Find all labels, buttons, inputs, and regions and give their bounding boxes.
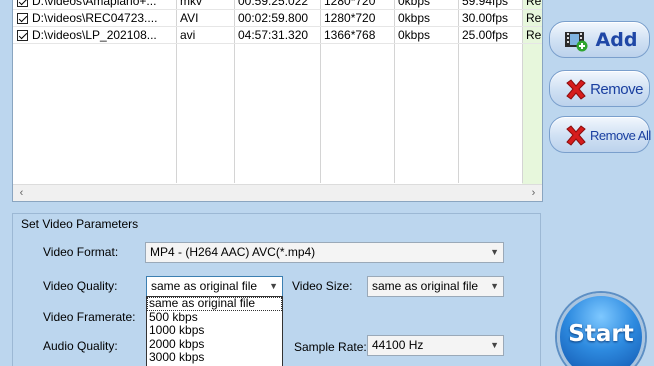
add-button[interactable]: Add (549, 21, 650, 58)
dropdown-option[interactable]: 2000 kbps (147, 337, 282, 352)
table-row[interactable]: D:\videos\REC04723.... AVI 00:02:59.800 … (13, 10, 542, 27)
file-format: AVI (180, 11, 199, 25)
remove-label: Remove (590, 81, 643, 98)
file-resolution: 1366*768 (324, 28, 376, 42)
file-status: Re... (526, 11, 542, 25)
chevron-down-icon: ▼ (490, 281, 499, 291)
video-framerate-label: Video Framerate: (43, 310, 136, 324)
file-resolution: 1280*720 (324, 11, 376, 25)
file-resolution: 1280*720 (324, 0, 376, 8)
audio-quality-label: Audio Quality: (43, 339, 118, 353)
table-row[interactable]: D:\videos\LP_202108... avi 04:57:31.320 … (13, 27, 542, 44)
file-path: D:\videos\Amapiano+... (32, 0, 157, 8)
row-checkbox[interactable] (17, 0, 28, 7)
sample-rate-label: Sample Rate: (294, 340, 367, 354)
red-x-stack-icon (566, 125, 586, 146)
red-x-icon (566, 79, 586, 100)
table-row[interactable]: D:\videos\Amapiano+... mkv 00:59:25.022 … (13, 0, 542, 10)
file-bitrate: 0kbps (398, 11, 431, 25)
row-checkbox[interactable] (17, 30, 28, 41)
file-path: D:\videos\LP_202108... (32, 28, 157, 42)
video-quality-select[interactable]: same as original file ▼ (146, 276, 283, 297)
video-size-value: same as original file (372, 279, 479, 293)
file-fps: 59.94fps (462, 0, 509, 8)
chevron-down-icon: ▼ (269, 281, 278, 291)
chevron-down-icon: ▼ (490, 340, 499, 350)
scroll-left-icon[interactable]: ‹ (13, 185, 30, 201)
video-quality-label: Video Quality: (43, 279, 118, 293)
sample-rate-select[interactable]: 44100 Hz ▼ (367, 335, 504, 356)
file-bitrate: 0kbps (398, 0, 431, 8)
start-button[interactable]: Start (557, 293, 645, 366)
file-format: mkv (180, 0, 202, 8)
file-duration: 04:57:31.320 (238, 28, 309, 42)
add-label: Add (595, 29, 638, 51)
chevron-down-icon: ▼ (490, 247, 499, 257)
remove-all-button[interactable]: Remove All (549, 116, 651, 153)
dropdown-option[interactable]: 3000 kbps (147, 350, 282, 365)
video-quality-dropdown[interactable]: same as original file 500 kbps 1000 kbps… (146, 296, 283, 366)
dropdown-option[interactable]: 500 kbps (147, 310, 282, 325)
video-size-select[interactable]: same as original file ▼ (367, 276, 504, 297)
remove-all-label: Remove All (590, 128, 651, 143)
file-bitrate: 0kbps (398, 28, 431, 42)
video-size-label: Video Size: (292, 279, 353, 293)
file-fps: 25.00fps (462, 28, 509, 42)
video-quality-value: same as original file (151, 279, 258, 293)
file-path: D:\videos\REC04723.... (32, 11, 158, 25)
scroll-right-icon[interactable]: › (525, 185, 542, 201)
file-status: Re... (526, 28, 542, 42)
remove-button[interactable]: Remove (549, 70, 650, 107)
file-format: avi (180, 28, 196, 42)
file-duration: 00:59:25.022 (238, 0, 309, 8)
sample-rate-value: 44100 Hz (372, 338, 424, 352)
film-add-icon (565, 32, 588, 52)
row-checkbox[interactable] (17, 13, 28, 24)
panel-title: Set Video Parameters (21, 217, 139, 231)
dropdown-option[interactable]: 1000 kbps (147, 323, 282, 338)
file-duration: 00:02:59.800 (238, 11, 309, 25)
file-status: Re... (526, 0, 542, 8)
horizontal-scrollbar[interactable]: ‹ › (13, 184, 542, 201)
file-list[interactable]: D:\videos\Amapiano+... mkv 00:59:25.022 … (12, 0, 543, 202)
video-format-select[interactable]: MP4 - (H264 AAC) AVC(*.mp4) ▼ (145, 242, 504, 263)
start-label: Start (568, 321, 634, 347)
video-format-value: MP4 - (H264 AAC) AVC(*.mp4) (150, 245, 316, 259)
dropdown-option[interactable]: same as original file (147, 296, 282, 311)
video-format-label: Video Format: (43, 245, 119, 259)
file-fps: 30.00fps (462, 11, 509, 25)
